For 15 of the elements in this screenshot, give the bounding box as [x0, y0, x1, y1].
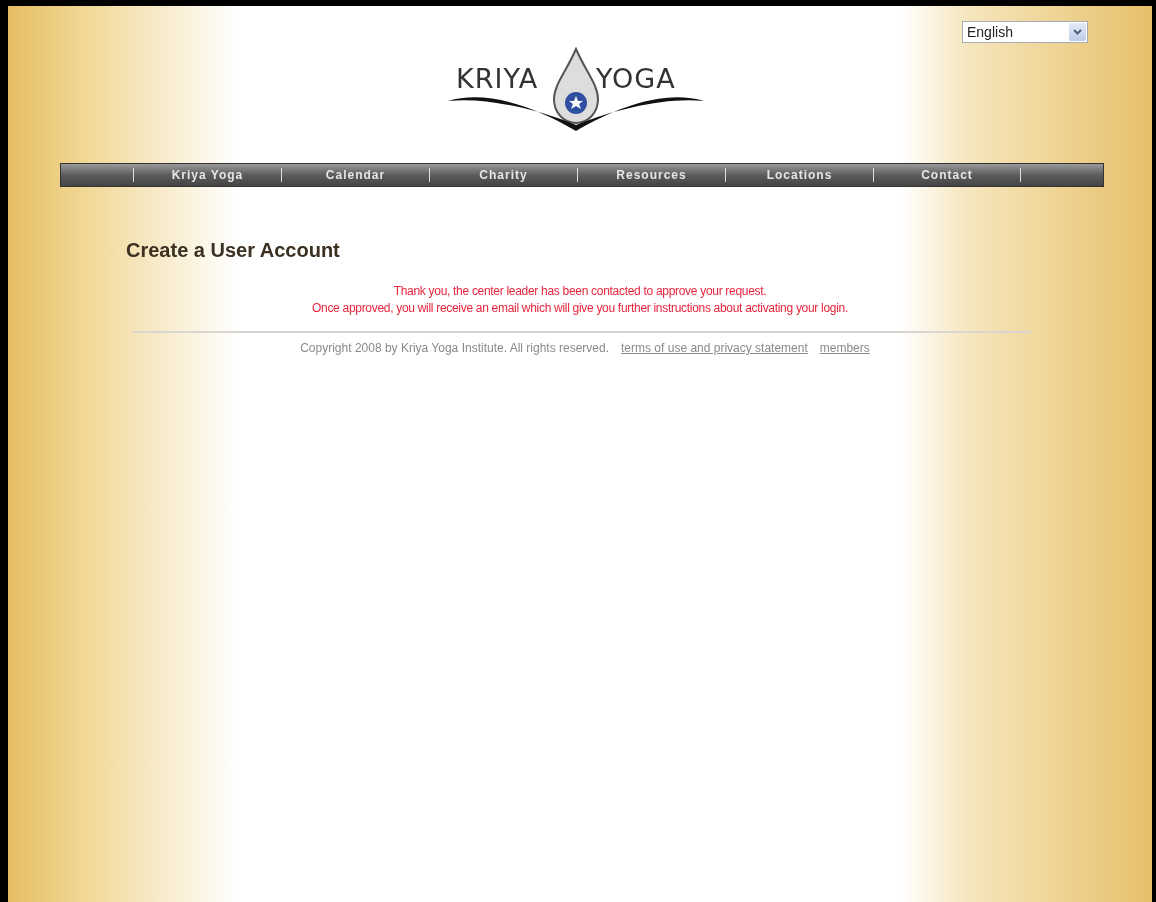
copyright-text: Copyright 2008 by Kriya Yoga Institute. All rights reserved. [300, 341, 610, 355]
footer-link[interactable]: members [819, 341, 870, 355]
nav-link[interactable]: Calendar [281, 168, 429, 182]
footer-link[interactable]: terms of use and privacy statement [621, 341, 808, 355]
nav-link[interactable]: Resources [577, 168, 725, 182]
page-heading: Create a User Account [126, 239, 341, 262]
confirmation-message: Thank you, the center leader has been contacted to approve your request. [393, 284, 767, 298]
nav-link[interactable]: Locations [725, 168, 873, 182]
nav-link[interactable]: Charity [429, 168, 577, 182]
confirmation-message: Once approved, you will receive an email which will give you further instructions about activating your login. [312, 301, 848, 315]
logo-text: YOGA [596, 63, 676, 94]
language-select[interactable]: English [962, 21, 1088, 43]
nav-link[interactable]: Kriya Yoga [133, 168, 281, 182]
logo-text: KRIYA [456, 63, 539, 94]
nav-link[interactable]: Contact [873, 168, 1021, 182]
